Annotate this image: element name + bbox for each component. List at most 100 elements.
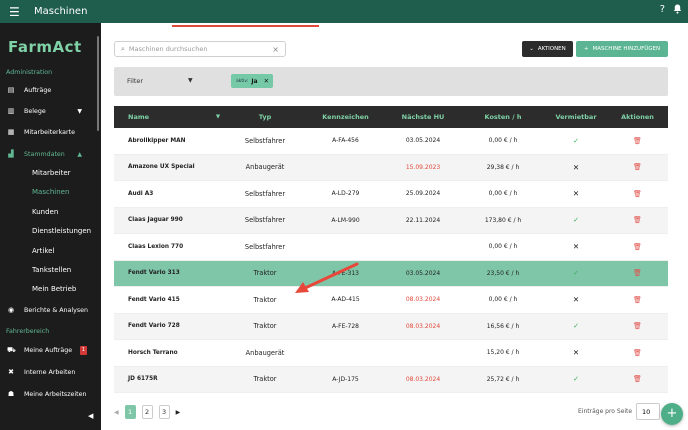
cell-kennzeichen: A-LM-990	[331, 216, 360, 224]
cell-kosten: 0,00 € / h	[488, 296, 518, 304]
cell-name: Fendt Vario 313	[128, 270, 180, 277]
cell-kennzeichen: A-JD-175	[332, 375, 359, 383]
cell-kennzeichen: A-AD-415	[331, 296, 360, 304]
sidebar-item-label: Meine Aufträge	[24, 346, 73, 354]
delete-icon[interactable]: 🗑	[607, 322, 668, 330]
next-page-icon[interactable]: ▶	[176, 409, 181, 416]
sidebar-sub-dienstleistungen[interactable]: Dienstleistungen	[32, 227, 91, 235]
table-row[interactable]: Horsch Terrano Anbaugerät 15,20 € / h ✕ 🗑	[114, 340, 668, 367]
collapse-sidebar-icon[interactable]: ◀	[88, 412, 93, 420]
table-row[interactable]: Abrollkipper MAN Selbstfahrer A-FA-456 03.0…	[114, 128, 668, 155]
delete-icon[interactable]: 🗑	[607, 269, 668, 277]
chevron-down-icon: ▼	[77, 107, 82, 115]
header-kennzeichen[interactable]: Kennzeichen	[306, 113, 385, 121]
sidebar-sub-mein-betrieb[interactable]: Mein Betrieb	[32, 285, 76, 293]
table-body: Abrollkipper MAN Selbstfahrer A-FA-456 03.0…	[114, 128, 668, 393]
filter-chip-aktiv[interactable]: aktiv: Ja ✕	[231, 74, 273, 88]
cell-name: Fendt Vario 415	[128, 296, 180, 303]
sidebar-item-interne-arbeiten[interactable]: ✖ Interne Arbeiten	[0, 365, 97, 379]
table-row[interactable]: Claas Lexion 770 Selbstfahrer 0,00 € / h ✕ 🗑	[114, 234, 668, 261]
sort-desc-icon[interactable]: ▼	[212, 114, 224, 120]
document-icon: ▥	[7, 107, 15, 115]
header-naechste-hu[interactable]: Nächste HU	[385, 113, 461, 121]
cell-typ: Traktor	[253, 295, 277, 304]
cell-naechste-hu: 08.03.2024	[405, 375, 441, 383]
cell-name: Abrollkipper MAN	[128, 137, 186, 144]
pagination: ◀ 1 2 3 ▶	[114, 405, 180, 419]
chevron-down-icon: ⌄	[529, 46, 534, 52]
sidebar-sub-mitarbeiter[interactable]: Mitarbeiter	[32, 169, 71, 177]
sidebar-scrollbar[interactable]	[97, 36, 99, 131]
check-icon: ✓	[573, 269, 579, 278]
delete-icon[interactable]: 🗑	[607, 137, 668, 145]
page-3-button[interactable]: 3	[158, 405, 170, 419]
sidebar-sub-artikel[interactable]: Artikel	[32, 247, 54, 255]
main-content: ⌕ Maschinen durchsuchen × ⌄ AKTIONEN + M…	[101, 23, 688, 430]
per-page-select[interactable]: 10	[636, 403, 660, 420]
farmact-logo: FarmAct	[8, 38, 82, 56]
filter-label: Filter	[127, 77, 144, 85]
filter-dropdown-icon[interactable]: ▼	[188, 77, 193, 84]
cell-kosten: 25,72 € / h	[486, 375, 520, 383]
cell-name: Amazone UX Special	[128, 164, 195, 171]
sidebar-item-meine-auftraege[interactable]: ⛟ Meine Aufträge 1	[0, 343, 97, 357]
aktionen-button[interactable]: ⌄ AKTIONEN	[522, 41, 573, 57]
cell-kosten: 16,56 € / h	[486, 322, 520, 330]
delete-icon[interactable]: 🗑	[607, 296, 668, 304]
table-row[interactable]: Audi A3 Selbstfahrer A-LD-279 25.09.2024 0,0…	[114, 181, 668, 208]
table-row[interactable]: JD 6175R Traktor A-JD-175 08.03.2024 25,72 €…	[114, 366, 668, 393]
hamburger-menu-icon[interactable]: ☰	[9, 6, 23, 18]
table-row[interactable]: Fendt Vario 415 Traktor A-AD-415 08.03.2024…	[114, 287, 668, 314]
header-typ[interactable]: Typ	[224, 113, 306, 121]
chevron-up-icon: ▲	[77, 150, 82, 158]
cross-icon: ✕	[572, 189, 580, 199]
clear-search-icon[interactable]: ×	[272, 45, 279, 54]
page-1-button[interactable]: 1	[124, 405, 136, 419]
delete-icon[interactable]: 🗑	[607, 190, 668, 198]
search-input[interactable]: ⌕ Maschinen durchsuchen ×	[114, 41, 286, 57]
help-icon[interactable]: ?	[660, 4, 665, 17]
header-kosten[interactable]: Kosten / h	[461, 113, 545, 121]
delete-icon[interactable]: 🗑	[607, 163, 668, 171]
header-vermietbar[interactable]: Vermietbar	[545, 113, 607, 121]
cross-icon: ✕	[572, 242, 580, 252]
header-name[interactable]: Name	[114, 113, 212, 121]
table-row[interactable]: Fendt Vario 313 Traktor A-FE-313 03.05.2024…	[114, 260, 668, 287]
sidebar-item-stammdaten[interactable]: ▟ Stammdaten ▲	[0, 147, 97, 161]
sidebar-sub-maschinen[interactable]: Maschinen	[32, 188, 69, 196]
cell-name: Audi A3	[128, 190, 154, 197]
table-row[interactable]: Fendt Vario 728 Traktor A-FE-728 08.03.2024…	[114, 313, 668, 340]
check-icon: ✓	[573, 216, 579, 225]
sidebar-item-berichte[interactable]: ◉ Berichte & Analysen	[0, 303, 97, 317]
sidebar-item-belege[interactable]: ▥ Belege ▼	[0, 104, 97, 118]
annotation-arrow	[295, 262, 359, 293]
page-2-button[interactable]: 2	[141, 405, 153, 419]
sidebar-sub-tankstellen[interactable]: Tankstellen	[32, 266, 71, 274]
add-fab-button[interactable]: +	[661, 403, 683, 425]
add-machine-button[interactable]: + MASCHINE HINZUFÜGEN	[576, 41, 668, 57]
delete-icon[interactable]: 🗑	[607, 349, 668, 357]
cell-naechste-hu: 22.11.2024	[405, 216, 441, 224]
plus-icon: +	[583, 46, 589, 52]
sidebar: FarmAct Administration ▤ Aufträge ▥ Bele…	[0, 23, 101, 430]
cell-naechste-hu: 08.03.2024	[405, 296, 441, 304]
table-row[interactable]: Claas Jaguar 990 Selbstfahrer A-LM-990 22.1…	[114, 207, 668, 234]
chip-key: aktiv:	[236, 78, 249, 84]
delete-icon[interactable]: 🗑	[607, 243, 668, 251]
delete-icon[interactable]: 🗑	[607, 375, 668, 383]
table-row[interactable]: Amazone UX Special Anbaugerät 15.09.2023 29…	[114, 154, 668, 181]
sidebar-sub-kunden[interactable]: Kunden	[32, 208, 58, 216]
cell-naechste-hu: 08.03.2024	[405, 322, 441, 330]
prev-page-icon[interactable]: ◀	[114, 409, 119, 416]
sidebar-item-auftraege[interactable]: ▤ Aufträge	[0, 83, 97, 97]
search-placeholder: Maschinen durchsuchen	[128, 45, 208, 53]
delete-icon[interactable]: 🗑	[607, 216, 668, 224]
bell-icon[interactable]	[673, 4, 682, 17]
sidebar-item-arbeitszeiten[interactable]: ☗ Meine Arbeitszeiten	[0, 387, 97, 401]
cell-typ: Traktor	[253, 375, 277, 384]
remove-filter-icon[interactable]: ✕	[264, 77, 269, 85]
cell-kennzeichen: A-FE-728	[332, 322, 359, 330]
cell-naechste-hu: 15.09.2023	[405, 163, 441, 171]
cell-kennzeichen: A-LD-279	[331, 190, 360, 198]
sidebar-item-mitarbeiterkarte[interactable]: ▦ Mitarbeiterkarte	[0, 125, 97, 139]
